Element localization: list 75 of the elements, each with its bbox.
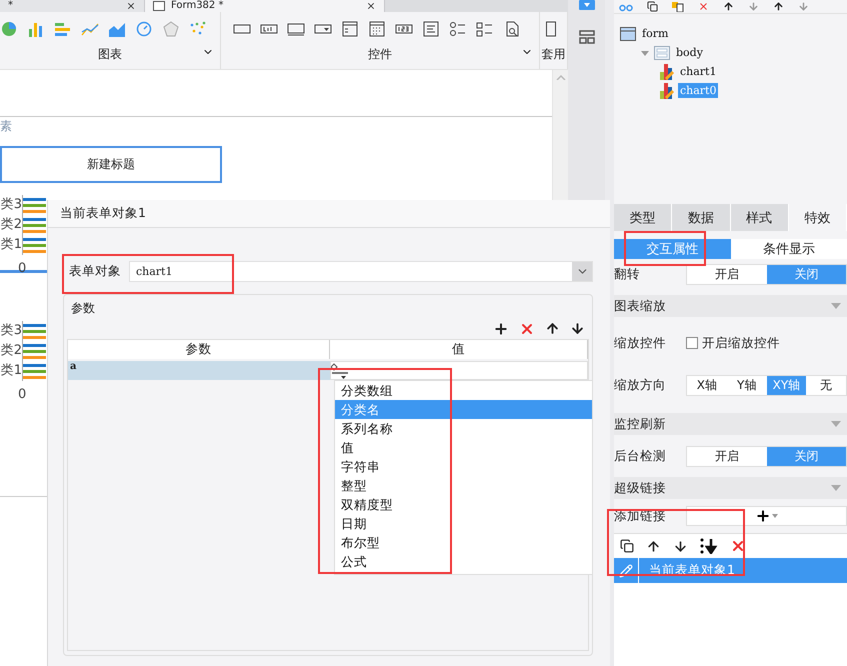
sort-down-icon[interactable] bbox=[700, 538, 718, 554]
bar-chart-icon[interactable] bbox=[27, 21, 45, 37]
field-label: 表单对象 bbox=[69, 263, 121, 280]
arrow-up-icon[interactable] bbox=[773, 1, 784, 12]
radio-group-icon[interactable] bbox=[449, 21, 467, 37]
setting-label: 缩放方向 bbox=[614, 376, 667, 394]
area-chart-icon[interactable] bbox=[108, 21, 126, 37]
canvas-hint: 素 bbox=[0, 116, 552, 146]
collapse-arrow-icon[interactable] bbox=[640, 48, 650, 56]
delete-icon[interactable] bbox=[730, 538, 746, 554]
caret-icon bbox=[772, 514, 778, 518]
setting-label: 翻转 bbox=[614, 266, 641, 282]
list-widget-icon[interactable] bbox=[341, 21, 359, 37]
section-title: 图表缩放 bbox=[614, 298, 666, 314]
column-header: 值 bbox=[330, 340, 588, 359]
group-legend: 参数 bbox=[67, 297, 589, 317]
bar-chart-drawing bbox=[22, 195, 46, 255]
zoom-control-checkbox[interactable]: 开启缩放控件 bbox=[686, 334, 780, 352]
text-editor-icon[interactable] bbox=[422, 21, 440, 37]
chart-edit-icon bbox=[660, 82, 674, 98]
category-label: 类1 bbox=[0, 362, 22, 380]
table-cell[interactable]: a bbox=[68, 361, 330, 380]
bar-chart-drawing bbox=[22, 321, 46, 381]
add-icon[interactable] bbox=[493, 321, 509, 337]
type-selector-icon[interactable] bbox=[331, 362, 349, 379]
ribbon-group-label: 套用 bbox=[542, 46, 566, 63]
delete-icon[interactable] bbox=[519, 321, 535, 337]
section-title: 超级链接 bbox=[614, 480, 666, 496]
property-tab[interactable]: 类型 bbox=[614, 204, 672, 231]
setting-label: 缩放控件 bbox=[614, 334, 667, 352]
axis-label: 0 bbox=[18, 387, 26, 402]
category-label: 类2 bbox=[0, 342, 22, 360]
scatter-chart-icon[interactable] bbox=[189, 21, 207, 37]
dialog-title: 当前表单对象1 bbox=[60, 205, 146, 222]
category-label: 类3 bbox=[0, 196, 22, 214]
close-icon[interactable] bbox=[126, 1, 136, 11]
section-title: 监控刷新 bbox=[614, 416, 666, 432]
tree-node[interactable]: form bbox=[640, 26, 670, 41]
editor-tab[interactable]: * bbox=[0, 0, 145, 12]
checkbox-group-icon[interactable] bbox=[476, 21, 494, 37]
pencil-icon bbox=[619, 564, 633, 578]
form-object-select[interactable]: chart1 bbox=[129, 261, 593, 282]
editor-tab[interactable]: Form382 * bbox=[145, 0, 385, 12]
paste-icon[interactable] bbox=[672, 2, 684, 12]
category-label: 类1 bbox=[0, 236, 22, 254]
arrow-down-icon[interactable] bbox=[673, 538, 688, 554]
horizontal-bar-chart-icon[interactable] bbox=[54, 21, 72, 37]
value-field[interactable] bbox=[330, 361, 588, 380]
line-chart-icon[interactable] bbox=[81, 21, 99, 37]
plus-icon bbox=[755, 508, 771, 524]
setting-label: 后台检测 bbox=[614, 448, 667, 464]
tree-node[interactable]: chart1 bbox=[678, 64, 718, 79]
arrow-up-icon[interactable] bbox=[723, 1, 734, 12]
gauge-icon[interactable] bbox=[135, 21, 153, 37]
sub-tab[interactable]: 条件显示 bbox=[730, 239, 847, 259]
copy-icon[interactable] bbox=[647, 1, 658, 12]
tree-node[interactable]: body bbox=[674, 45, 705, 60]
ribbon-group-label: 控件 bbox=[368, 46, 392, 63]
text-area-icon[interactable] bbox=[287, 21, 305, 37]
pie-chart-icon[interactable] bbox=[0, 21, 18, 37]
add-link-button[interactable] bbox=[686, 506, 847, 526]
property-tab[interactable]: 数据 bbox=[672, 204, 730, 231]
category-label: 类2 bbox=[0, 216, 22, 234]
copy-icon[interactable] bbox=[620, 539, 634, 553]
column-header: 参数 bbox=[68, 340, 330, 359]
calendar-icon[interactable] bbox=[368, 21, 386, 37]
property-tab[interactable]: 样式 bbox=[730, 204, 789, 231]
window-icon bbox=[620, 26, 636, 40]
chart-title: 新建标题 bbox=[0, 146, 222, 183]
arrow-down-icon[interactable] bbox=[570, 321, 585, 336]
category-label: 类3 bbox=[0, 322, 22, 340]
close-icon[interactable] bbox=[366, 1, 376, 11]
ribbon-group-label: 图表 bbox=[98, 46, 122, 63]
chart-edit-icon bbox=[660, 64, 674, 80]
delete-icon[interactable] bbox=[698, 1, 709, 12]
